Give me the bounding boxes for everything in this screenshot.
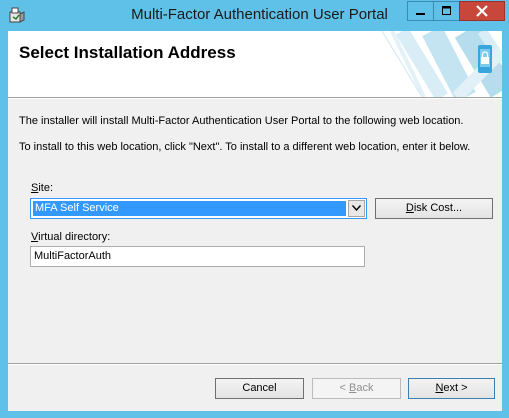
maximize-icon bbox=[441, 6, 451, 15]
close-icon bbox=[476, 5, 488, 17]
site-label: Site: bbox=[31, 182, 53, 194]
site-selected-value: MFA Self Service bbox=[33, 201, 346, 216]
next-button[interactable]: Next > bbox=[408, 378, 495, 399]
minimize-icon bbox=[415, 13, 425, 15]
dropdown-toggle[interactable] bbox=[348, 200, 365, 217]
cancel-button[interactable]: Cancel bbox=[215, 378, 304, 399]
back-button[interactable]: < Back bbox=[312, 378, 401, 399]
site-label-text: ite: bbox=[38, 182, 54, 194]
back-prefix: < bbox=[339, 382, 349, 394]
page-title: Select Installation Address bbox=[19, 43, 236, 62]
next-label: ext > bbox=[443, 382, 468, 394]
virtual-directory-label: Virtual directory: bbox=[31, 231, 110, 243]
header-banner: Select Installation Address bbox=[8, 31, 502, 97]
footer-divider-highlight bbox=[8, 364, 502, 365]
close-button[interactable] bbox=[459, 1, 505, 21]
disk-cost-button[interactable]: Disk Cost... bbox=[375, 198, 493, 219]
dialog-client-area: Select Installation Address The installe… bbox=[8, 31, 502, 411]
minimize-button[interactable] bbox=[407, 1, 434, 21]
chevron-down-icon bbox=[352, 205, 361, 211]
mobile-lock-icon bbox=[381, 31, 502, 97]
intro-text: The installer will install Multi-Factor … bbox=[19, 115, 464, 127]
maximize-button[interactable] bbox=[433, 1, 460, 21]
back-label: ack bbox=[356, 382, 374, 394]
disk-cost-accelerator: D bbox=[405, 202, 414, 214]
title-bar[interactable]: Multi-Factor Authentication User Portal bbox=[0, 0, 509, 30]
installer-window: Multi-Factor Authentication User Portal … bbox=[0, 0, 509, 418]
site-dropdown[interactable]: MFA Self Service bbox=[30, 198, 367, 219]
instruction-text: To install to this web location, click "… bbox=[19, 141, 471, 153]
header-divider-highlight bbox=[8, 98, 502, 99]
disk-cost-label: isk Cost... bbox=[413, 202, 463, 214]
vdir-label-text: irtual directory: bbox=[38, 231, 111, 243]
virtual-directory-input[interactable]: MultiFactorAuth bbox=[30, 246, 365, 267]
